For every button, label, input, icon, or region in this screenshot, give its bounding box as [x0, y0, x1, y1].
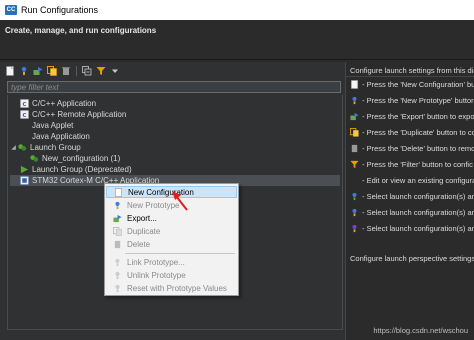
- tree-item-java-applet[interactable]: Java Applet: [32, 120, 73, 131]
- export-icon: [111, 213, 123, 223]
- duplicate-icon: [111, 226, 123, 236]
- filter-field[interactable]: [7, 81, 341, 93]
- watermark: https://blog.csdn.net/wschou: [373, 326, 468, 335]
- help-box: - Press the 'New Configuration' butto - …: [346, 76, 474, 246]
- menu-item-link-prototype[interactable]: Link Prototype...: [106, 256, 237, 268]
- tree-item-label: C/C++ Application: [32, 99, 97, 108]
- c-remote-icon: C: [20, 110, 29, 119]
- dropdown-arrow-icon[interactable]: [109, 65, 121, 77]
- menu-item-duplicate[interactable]: Duplicate: [106, 225, 237, 237]
- tree-item-c-application[interactable]: C C/C++ Application: [20, 98, 96, 109]
- help-line: - Press the 'Export' button to expo: [350, 111, 474, 122]
- collapse-arrow-icon[interactable]: ◢: [10, 143, 17, 152]
- debug-icon: [350, 192, 359, 201]
- configurations-toolbar: [4, 64, 121, 78]
- tree-item-new-configuration[interactable]: New_configuration (1): [30, 153, 120, 164]
- menu-item-new-prototype[interactable]: New Prototype: [106, 199, 237, 211]
- svg-text:C: C: [23, 113, 27, 119]
- tree-item-label: New_configuration (1): [42, 154, 121, 163]
- tree-item-label: Java Applet: [32, 121, 74, 130]
- help-line: - Select launch configuration(s) an: [350, 223, 474, 234]
- tree-item-launch-group-deprecated[interactable]: Launch Group (Deprecated): [20, 164, 132, 175]
- tree-item-java-application[interactable]: Java Application: [32, 131, 90, 142]
- filter-icon: [350, 160, 359, 169]
- filter-icon[interactable]: [95, 65, 107, 77]
- help-line: - Select launch configuration(s) an: [350, 191, 474, 202]
- help-line: - Edit or view an existing configura: [362, 176, 474, 185]
- export-icon[interactable]: [32, 65, 44, 77]
- stm32-icon: [20, 176, 29, 185]
- menu-item-new-configuration[interactable]: New Configuration: [106, 186, 237, 198]
- filter-input[interactable]: [8, 82, 340, 92]
- link-icon: [111, 257, 123, 267]
- new-prototype-icon: [111, 200, 123, 210]
- collapse-all-icon[interactable]: [81, 65, 93, 77]
- toolbar-separator: [76, 66, 77, 76]
- duplicate-icon: [350, 128, 359, 137]
- new-config-icon: [350, 80, 359, 89]
- help-line: - Press the 'Delete' button to remo: [350, 143, 474, 154]
- debug-icon: [350, 224, 359, 233]
- help-pane: Configure launch settings from this dia …: [345, 62, 474, 340]
- perspective-heading: Configure launch perspective settings: [350, 254, 474, 263]
- menu-item-unlink-prototype[interactable]: Unlink Prototype: [106, 269, 237, 281]
- tree-item-label: C/C++ Remote Application: [32, 110, 127, 119]
- tree-item-label: Launch Group: [30, 143, 81, 152]
- launch-group-icon: [30, 154, 39, 163]
- context-menu: New Configuration New Prototype Export..…: [104, 183, 239, 296]
- help-line: - Press the 'Filter' button to confic: [350, 159, 473, 170]
- title-bar: CC Run Configurations: [0, 0, 474, 20]
- window-title: Run Configurations: [21, 5, 99, 15]
- duplicate-icon[interactable]: [46, 65, 58, 77]
- delete-icon: [350, 144, 359, 153]
- tree-item-label: Launch Group (Deprecated): [32, 165, 132, 174]
- menu-item-delete[interactable]: Delete: [106, 238, 237, 250]
- tree-item-launch-group[interactable]: ◢ Launch Group: [10, 142, 81, 153]
- new-prototype-icon[interactable]: [18, 65, 30, 77]
- launch-group-icon: [18, 143, 27, 152]
- help-line: - Press the 'New Configuration' butto: [350, 79, 474, 90]
- delete-icon: [111, 239, 123, 249]
- tree-item-c-remote-application[interactable]: C C/C++ Remote Application: [20, 109, 126, 120]
- new-config-icon[interactable]: [4, 65, 16, 77]
- help-line: - Select launch configuration(s) an: [350, 207, 474, 218]
- dialog-subtitle: Create, manage, and run configurations: [5, 26, 157, 35]
- unlink-icon: [111, 270, 123, 280]
- reset-icon: [111, 283, 123, 293]
- c-app-icon: C: [20, 99, 29, 108]
- debug-icon: [350, 208, 359, 217]
- new-prototype-icon: [350, 96, 359, 105]
- menu-separator: [125, 253, 235, 254]
- help-line: - Press the 'Duplicate' button to cc: [350, 127, 474, 138]
- dialog-header: Create, manage, and run configurations: [0, 20, 474, 60]
- export-icon: [350, 112, 359, 121]
- help-heading: Configure launch settings from this dia: [350, 66, 474, 75]
- launch-group-deprecated-icon: [20, 165, 29, 174]
- delete-icon[interactable]: [60, 65, 72, 77]
- svg-text:C: C: [23, 102, 27, 108]
- tree-item-label: Java Application: [32, 132, 90, 141]
- menu-item-reset-prototype[interactable]: Reset with Prototype Values: [106, 282, 237, 294]
- new-config-icon: [112, 187, 124, 197]
- menu-item-export[interactable]: Export...: [106, 212, 237, 224]
- help-line: - Press the 'New Prototype' button: [350, 95, 474, 106]
- app-icon: CC: [5, 5, 17, 15]
